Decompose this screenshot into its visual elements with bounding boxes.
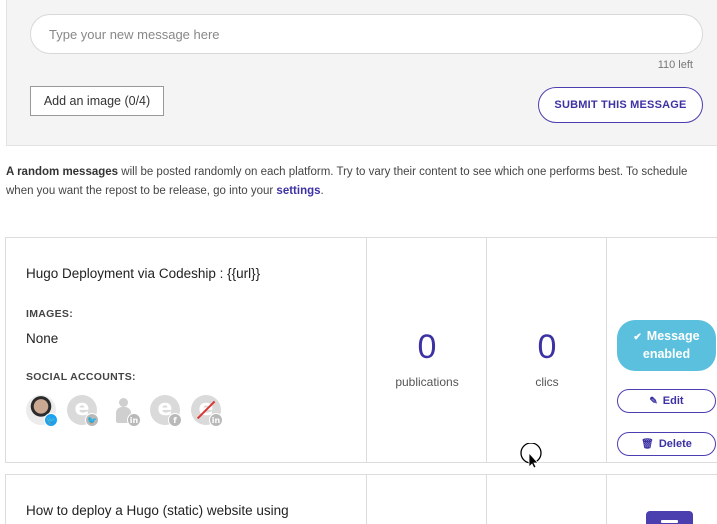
images-label: IMAGES: xyxy=(26,308,74,320)
social-account[interactable]: 🐦 xyxy=(26,395,58,427)
message-composer: 110 left Add an image (0/4) SUBMIT THIS … xyxy=(6,0,717,146)
clics-column xyxy=(486,475,606,524)
linkedin-icon: in xyxy=(127,413,141,427)
clics-count: 0 xyxy=(537,328,557,366)
facebook-icon: f xyxy=(168,413,182,427)
images-value: None xyxy=(26,331,59,346)
add-image-button[interactable]: Add an image (0/4) xyxy=(30,86,164,116)
publications-column: 0 publications xyxy=(366,238,486,462)
delete-label: Delete xyxy=(658,438,692,450)
random-messages-info: A random messages will be posted randoml… xyxy=(6,163,706,201)
trash-icon: 🗑 xyxy=(641,439,654,450)
mouse-cursor-icon xyxy=(520,443,542,469)
twitter-icon: 🐦 xyxy=(44,413,58,427)
new-message-input[interactable] xyxy=(30,14,703,54)
clics-label: clics xyxy=(535,375,559,389)
social-account[interactable]: e f xyxy=(150,395,182,427)
characters-left-counter: 110 left xyxy=(657,59,693,71)
edit-label: Edit xyxy=(662,395,684,407)
info-bold-text: A random messages xyxy=(6,166,119,178)
enabled-label: Message enabled xyxy=(642,329,700,361)
publications-count: 0 xyxy=(417,328,437,366)
message-enabled-toggle[interactable]: ✔ Message enabled xyxy=(617,320,716,371)
edit-icon: ✎ xyxy=(649,396,658,407)
message-title: How to deploy a Hugo (static) website us… xyxy=(26,503,289,518)
delete-button[interactable]: 🗑 Delete xyxy=(617,432,716,456)
message-card: Hugo Deployment via Codeship : {{url}} I… xyxy=(5,237,717,463)
social-accounts-label: SOCIAL ACCOUNTS: xyxy=(26,371,136,383)
twitter-icon: 🐦 xyxy=(85,413,99,427)
check-icon: ✔ xyxy=(633,332,642,343)
social-account[interactable]: in xyxy=(109,395,141,427)
linkedin-icon: in xyxy=(209,413,223,427)
info-end: . xyxy=(320,185,324,197)
social-account[interactable]: e in xyxy=(191,395,223,427)
edit-button[interactable]: ✎ Edit xyxy=(617,389,716,413)
social-account[interactable]: e 🐦 xyxy=(67,395,99,427)
message-card: How to deploy a Hugo (static) website us… xyxy=(5,474,717,524)
settings-link[interactable]: settings xyxy=(276,185,320,197)
actions-column: ✔ Message enabled ✎ Edit 🗑 Delete xyxy=(606,238,717,462)
submit-message-button[interactable]: SUBMIT THIS MESSAGE xyxy=(538,87,703,123)
publications-column xyxy=(366,475,486,524)
message-title: Hugo Deployment via Codeship : {{url}} xyxy=(26,266,261,281)
clics-column: 0 clics xyxy=(486,238,606,462)
publications-label: publications xyxy=(395,375,459,389)
chat-widget-button[interactable] xyxy=(646,511,693,524)
